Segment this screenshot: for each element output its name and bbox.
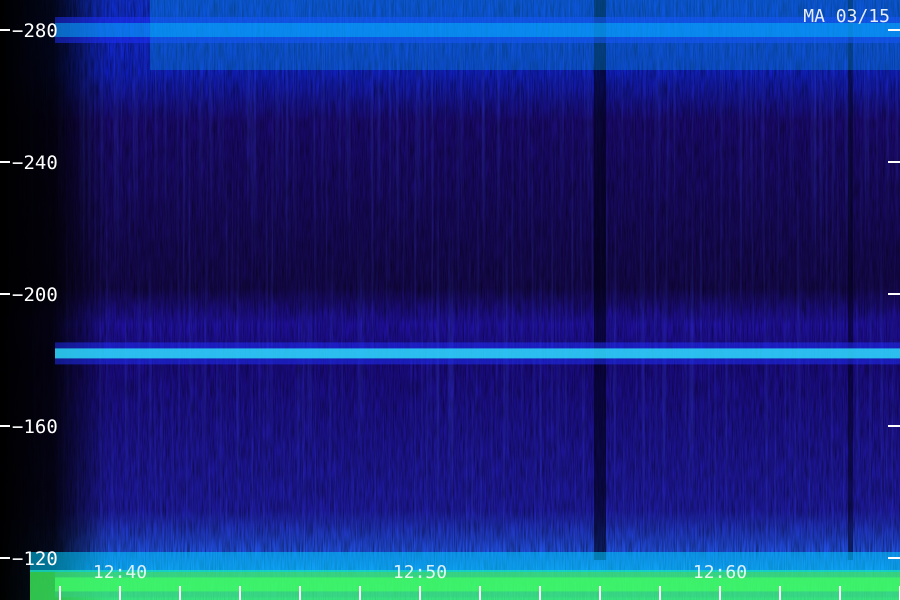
- floor-band: [30, 552, 900, 572]
- y-tick-label: −160: [12, 416, 58, 438]
- field-left-fade: [0, 0, 900, 600]
- x-tick-label: 12:40: [93, 562, 147, 583]
- dark-vertical-gap: [594, 0, 606, 560]
- x-tick-label: 12:50: [393, 562, 447, 583]
- spectrogram-canvas: −120 −160 −200 −240 −280 12:40 12:50 12:60 MA 0…: [0, 0, 900, 600]
- chart-title: MA 03/15: [803, 6, 890, 27]
- y-tick-label: −200: [12, 284, 58, 306]
- dark-vertical-gap: [848, 0, 853, 560]
- y-tick-label: −120: [12, 548, 58, 570]
- top-haze: [150, 0, 900, 70]
- y-tick-label: −240: [12, 152, 58, 174]
- floor-band: [30, 570, 900, 600]
- spectrogram-background: [0, 0, 900, 600]
- band-line: [55, 348, 900, 359]
- y-tick-label: −280: [12, 20, 58, 42]
- spectrogram: −120 −160 −200 −240 −280 12:40 12:50 12:60 MA 0…: [0, 0, 900, 600]
- x-tick-label: 12:60: [693, 562, 747, 583]
